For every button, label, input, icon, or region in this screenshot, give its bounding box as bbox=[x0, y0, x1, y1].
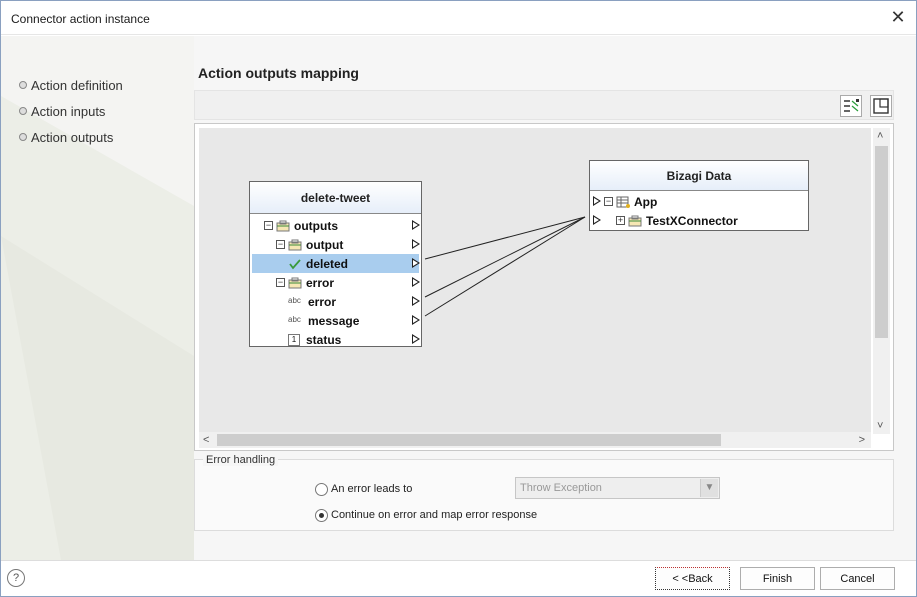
check-icon bbox=[289, 258, 301, 269]
mapping-canvas[interactable]: delete-tweet − outputs − output deleted bbox=[199, 128, 871, 434]
error-leads-to-radio[interactable] bbox=[315, 483, 328, 496]
object-icon bbox=[628, 215, 642, 226]
tree-row-app[interactable]: − App bbox=[604, 192, 804, 211]
tree-row-label: outputs bbox=[294, 218, 338, 233]
fit-view-button[interactable] bbox=[870, 95, 892, 117]
scroll-down-icon[interactable]: ˅ bbox=[877, 419, 883, 433]
expand-icon[interactable]: + bbox=[616, 216, 625, 225]
output-port-icon[interactable] bbox=[412, 277, 420, 287]
input-port-icon[interactable] bbox=[593, 215, 601, 225]
output-port-icon[interactable] bbox=[412, 315, 420, 325]
error-handling-legend: Error handling bbox=[203, 454, 279, 466]
scroll-left-icon[interactable]: < bbox=[203, 433, 209, 447]
cancel-button[interactable]: Cancel bbox=[820, 567, 895, 590]
scroll-thumb[interactable] bbox=[875, 146, 888, 338]
nav-item-action-definition[interactable]: Action definition bbox=[19, 76, 123, 94]
connector-line bbox=[424, 216, 586, 317]
output-port-icon[interactable] bbox=[412, 220, 420, 230]
nav-item-action-inputs[interactable]: Action inputs bbox=[19, 102, 105, 120]
connector-line bbox=[424, 216, 586, 260]
fit-view-icon bbox=[873, 98, 889, 114]
scroll-up-icon[interactable]: ˄ bbox=[877, 129, 883, 143]
number-type-icon: 1 bbox=[288, 333, 300, 346]
output-port-icon[interactable] bbox=[412, 239, 420, 249]
scroll-thumb[interactable] bbox=[217, 434, 721, 446]
string-type-icon: abc bbox=[288, 314, 301, 324]
dialog-window: Connector action instance ✕ Action defin… bbox=[0, 0, 917, 597]
tree-row-label: deleted bbox=[306, 256, 349, 271]
continue-on-error-radio[interactable] bbox=[315, 509, 328, 522]
object-icon bbox=[288, 239, 302, 250]
close-icon[interactable]: ✕ bbox=[888, 7, 908, 27]
tree-row-label: error bbox=[308, 294, 337, 309]
page-title: Action outputs mapping bbox=[198, 65, 359, 81]
scroll-right-icon[interactable]: > bbox=[859, 433, 865, 447]
source-node[interactable]: delete-tweet − outputs − output deleted bbox=[249, 181, 422, 347]
error-handling-group: Error handling An error leads to Throw E… bbox=[194, 454, 894, 531]
nav-item-action-outputs[interactable]: Action outputs bbox=[19, 128, 113, 146]
help-icon[interactable]: ? bbox=[7, 569, 25, 587]
tree-row-label: status bbox=[306, 332, 342, 347]
output-port-icon[interactable] bbox=[412, 258, 420, 268]
collapse-icon[interactable]: − bbox=[264, 221, 273, 230]
tree-row-label: output bbox=[306, 237, 344, 252]
horizontal-scrollbar[interactable]: < > bbox=[199, 432, 871, 448]
mapping-toolbar bbox=[194, 90, 894, 120]
chevron-down-icon: ▼ bbox=[700, 479, 718, 497]
output-port-icon[interactable] bbox=[412, 296, 420, 306]
object-icon bbox=[288, 277, 302, 288]
error-action-value: Throw Exception bbox=[520, 482, 602, 494]
back-button[interactable]: < <Back bbox=[655, 567, 730, 590]
collapse-icon[interactable]: − bbox=[276, 278, 285, 287]
tree-row-status[interactable]: 1 status bbox=[288, 330, 419, 349]
tree-row-outputs[interactable]: − outputs bbox=[264, 216, 419, 235]
wizard-steps-panel: Action definition Action inputs Action o… bbox=[1, 36, 194, 560]
connector-line bbox=[424, 216, 586, 298]
continue-on-error-label: Continue on error and map error response bbox=[331, 509, 538, 521]
main-content: Action outputs mapping delete-tweet − ou… bbox=[194, 36, 916, 560]
tree-row-label: message bbox=[308, 313, 360, 328]
entity-table-icon bbox=[616, 196, 630, 208]
nav-item-label: Action inputs bbox=[31, 103, 106, 119]
collapse-icon[interactable]: − bbox=[276, 240, 285, 249]
auto-map-button[interactable] bbox=[840, 95, 862, 117]
bullet-icon bbox=[19, 81, 27, 89]
input-port-icon[interactable] bbox=[593, 196, 601, 206]
output-port-icon[interactable] bbox=[412, 334, 420, 344]
mapping-canvas-frame: delete-tweet − outputs − output deleted bbox=[194, 123, 894, 451]
tree-row-error[interactable]: abc error bbox=[288, 292, 419, 311]
bullet-icon bbox=[19, 133, 27, 141]
nav-item-label: Action definition bbox=[31, 77, 123, 93]
string-type-icon: abc bbox=[288, 295, 301, 305]
error-leads-to-label: An error leads to bbox=[331, 483, 413, 495]
tree-row-testxconnector[interactable]: + TestXConnector bbox=[616, 211, 806, 230]
tree-row-label: error bbox=[306, 275, 335, 290]
title-bar: Connector action instance ✕ bbox=[1, 1, 916, 35]
target-node-title: Bizagi Data bbox=[590, 161, 808, 191]
target-node[interactable]: Bizagi Data − App + TestXConnector bbox=[589, 160, 809, 231]
tree-row-deleted[interactable]: deleted bbox=[252, 254, 419, 273]
tree-row-label: App bbox=[634, 194, 658, 209]
object-icon bbox=[276, 220, 290, 231]
bullet-icon bbox=[19, 107, 27, 115]
tree-row-error-group[interactable]: − error bbox=[276, 273, 419, 292]
tree-row-output[interactable]: − output bbox=[276, 235, 419, 254]
tree-row-label: TestXConnector bbox=[646, 213, 738, 228]
vertical-scrollbar[interactable]: ˄ ˅ bbox=[873, 128, 890, 434]
collapse-icon[interactable]: − bbox=[604, 197, 613, 206]
tree-row-message[interactable]: abc message bbox=[288, 311, 419, 330]
window-title: Connector action instance bbox=[11, 12, 150, 26]
dialog-footer: ? < <Back Finish Cancel bbox=[1, 560, 916, 596]
error-action-select[interactable]: Throw Exception ▼ bbox=[515, 477, 720, 499]
auto-map-icon bbox=[844, 99, 859, 112]
nav-item-label: Action outputs bbox=[31, 129, 114, 145]
finish-button[interactable]: Finish bbox=[740, 567, 815, 590]
source-node-title: delete-tweet bbox=[250, 182, 421, 214]
